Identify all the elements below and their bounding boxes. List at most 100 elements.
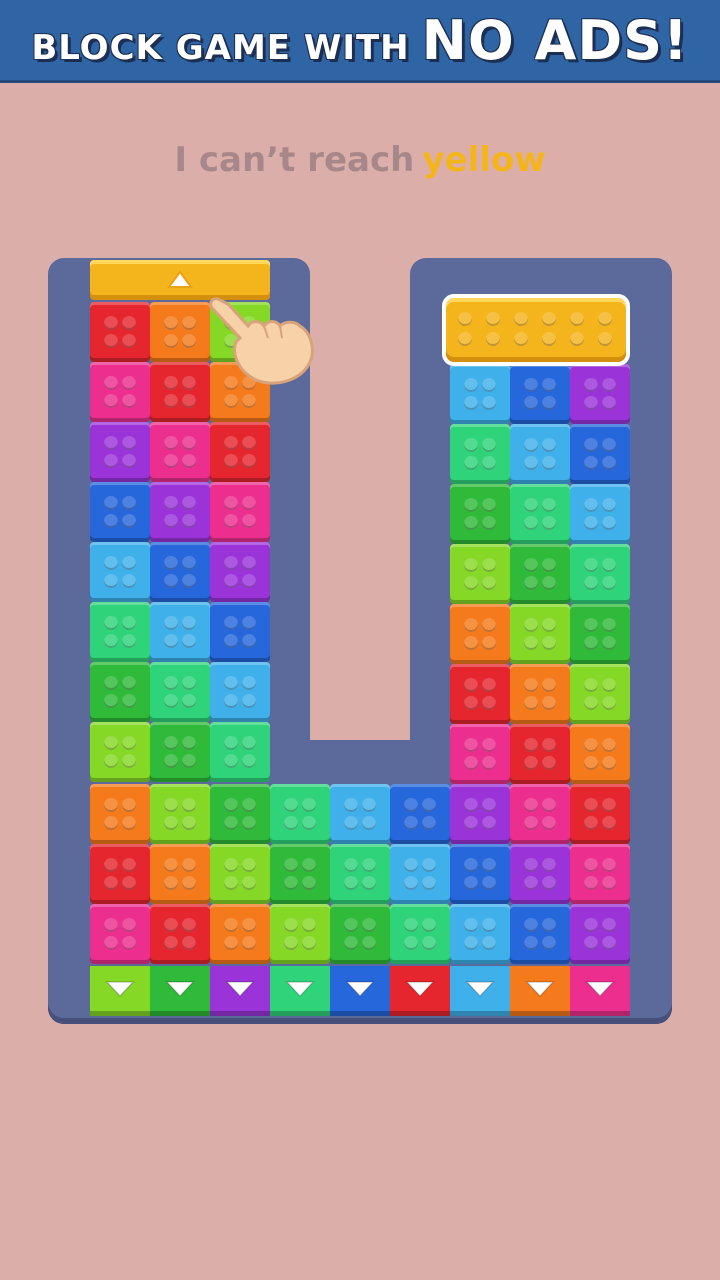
block-blue[interactable] — [90, 482, 150, 542]
block-red[interactable] — [570, 784, 630, 844]
exit-green[interactable] — [150, 966, 210, 1016]
block-green[interactable] — [270, 844, 330, 904]
block-cyan[interactable] — [570, 484, 630, 544]
block-mint[interactable] — [270, 784, 330, 844]
block-stud — [524, 456, 538, 470]
exit-blue[interactable] — [330, 966, 390, 1016]
block-stud — [122, 798, 136, 812]
yellow-bar-selected[interactable] — [442, 294, 630, 366]
exit-lime[interactable] — [90, 966, 150, 1016]
block-orange[interactable] — [150, 844, 210, 904]
block-pink[interactable] — [510, 784, 570, 844]
exit-mint[interactable] — [270, 966, 330, 1016]
block-stud — [182, 496, 196, 510]
block-pink[interactable] — [210, 482, 270, 542]
block-green[interactable] — [210, 784, 270, 844]
block-lime[interactable] — [450, 544, 510, 604]
block-pink[interactable] — [150, 422, 210, 482]
block-mint[interactable] — [570, 544, 630, 604]
block-stud — [302, 816, 316, 830]
block-stud — [482, 696, 496, 710]
block-mint[interactable] — [450, 424, 510, 484]
block-mint[interactable] — [90, 602, 150, 662]
block-orange[interactable] — [570, 724, 630, 784]
block-lime[interactable] — [90, 722, 150, 782]
block-lime[interactable] — [210, 844, 270, 904]
block-cyan[interactable] — [90, 542, 150, 602]
block-blue[interactable] — [570, 424, 630, 484]
yellow-bar-stud — [486, 332, 500, 346]
block-lime[interactable] — [570, 664, 630, 724]
block-stud — [122, 334, 136, 348]
block-lime[interactable] — [510, 604, 570, 664]
block-stud — [122, 694, 136, 708]
block-purple[interactable] — [570, 364, 630, 424]
block-stud — [524, 498, 538, 512]
block-lime[interactable] — [270, 904, 330, 964]
block-blue[interactable] — [150, 542, 210, 602]
block-mint[interactable] — [390, 904, 450, 964]
block-stud — [182, 574, 196, 588]
block-orange[interactable] — [450, 604, 510, 664]
block-green[interactable] — [570, 604, 630, 664]
block-orange[interactable] — [210, 904, 270, 964]
block-mint[interactable] — [150, 662, 210, 722]
block-green[interactable] — [510, 544, 570, 604]
block-green[interactable] — [150, 722, 210, 782]
block-purple[interactable] — [510, 844, 570, 904]
block-cyan[interactable] — [330, 784, 390, 844]
block-stud — [242, 798, 256, 812]
block-mint[interactable] — [510, 484, 570, 544]
block-red[interactable] — [210, 422, 270, 482]
block-cyan[interactable] — [450, 364, 510, 424]
block-green[interactable] — [450, 484, 510, 544]
exit-red[interactable] — [390, 966, 450, 1016]
block-red[interactable] — [450, 664, 510, 724]
exit-cyan[interactable] — [450, 966, 510, 1016]
block-red[interactable] — [90, 844, 150, 904]
block-purple[interactable] — [570, 904, 630, 964]
block-stud — [464, 936, 478, 950]
block-mint[interactable] — [330, 844, 390, 904]
block-blue[interactable] — [510, 904, 570, 964]
block-purple[interactable] — [210, 542, 270, 602]
block-orange[interactable] — [510, 664, 570, 724]
block-stud — [182, 454, 196, 468]
block-stud — [602, 636, 616, 650]
block-blue[interactable] — [390, 784, 450, 844]
block-orange[interactable] — [150, 302, 210, 362]
exit-purple[interactable] — [210, 966, 270, 1016]
block-cyan[interactable] — [210, 662, 270, 722]
block-blue[interactable] — [510, 364, 570, 424]
exit-orange[interactable] — [510, 966, 570, 1016]
block-mint[interactable] — [210, 722, 270, 782]
block-red[interactable] — [150, 904, 210, 964]
block-red[interactable] — [510, 724, 570, 784]
block-purple[interactable] — [450, 784, 510, 844]
block-lime[interactable] — [150, 784, 210, 844]
block-stud — [482, 918, 496, 932]
block-purple[interactable] — [90, 422, 150, 482]
block-cyan[interactable] — [150, 602, 210, 662]
block-pink[interactable] — [90, 362, 150, 422]
block-pink[interactable] — [570, 844, 630, 904]
block-stud — [584, 936, 598, 950]
block-stud — [464, 876, 478, 890]
block-pink[interactable] — [90, 904, 150, 964]
block-stud — [482, 756, 496, 770]
block-red[interactable] — [150, 362, 210, 422]
block-cyan[interactable] — [390, 844, 450, 904]
exit-pink[interactable] — [570, 966, 630, 1016]
block-blue[interactable] — [210, 602, 270, 662]
block-purple[interactable] — [150, 482, 210, 542]
block-pink[interactable] — [450, 724, 510, 784]
block-stud — [524, 756, 538, 770]
block-blue[interactable] — [450, 844, 510, 904]
block-stud — [602, 456, 616, 470]
block-cyan[interactable] — [450, 904, 510, 964]
block-green[interactable] — [330, 904, 390, 964]
block-cyan[interactable] — [510, 424, 570, 484]
block-red[interactable] — [90, 302, 150, 362]
block-green[interactable] — [90, 662, 150, 722]
block-orange[interactable] — [90, 784, 150, 844]
